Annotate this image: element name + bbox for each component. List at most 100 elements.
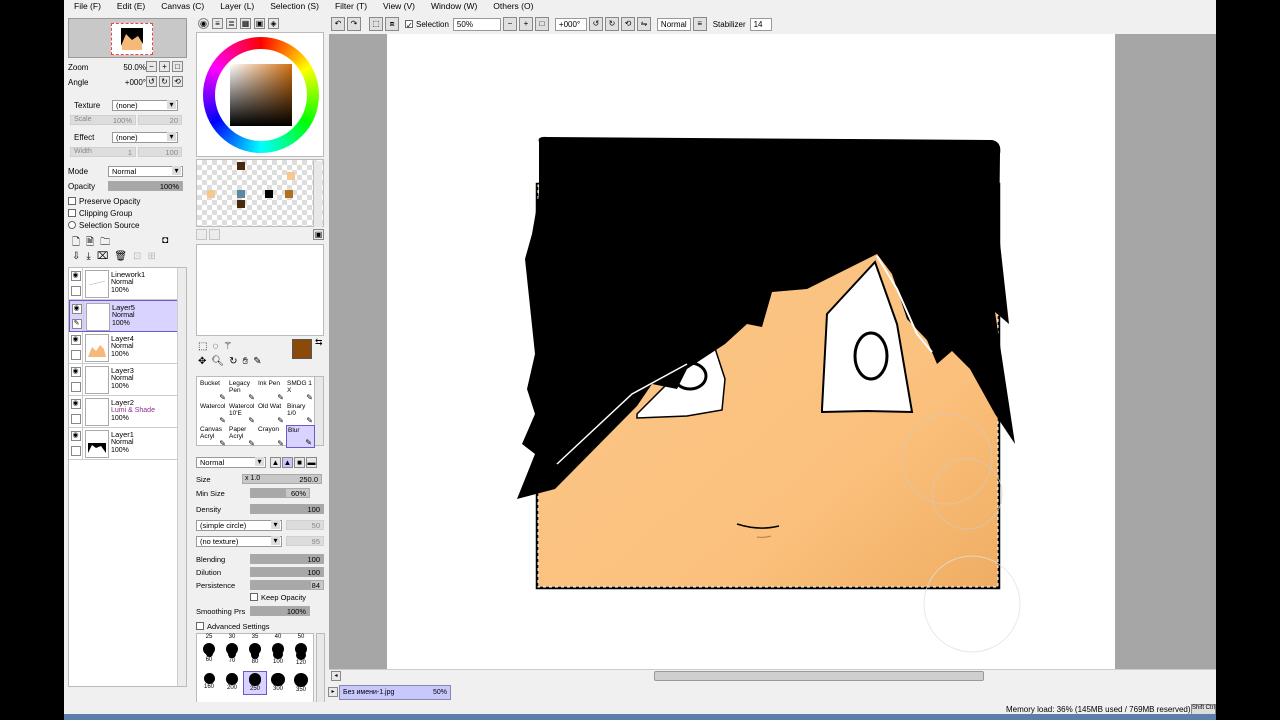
color-swatch[interactable]	[237, 190, 245, 198]
density-slider[interactable]: 100	[250, 504, 324, 514]
color-swatch[interactable]	[207, 190, 215, 198]
hand-icon[interactable]: ✋︎	[242, 356, 248, 367]
brush-tool[interactable]: Bucket ✎	[199, 379, 228, 402]
merge-down-icon[interactable]: ⤓	[86, 251, 90, 262]
brush-tool[interactable]: Blur ✎	[286, 425, 315, 448]
eye-icon[interactable]: ◉	[70, 366, 81, 377]
texture-select[interactable]: (none)	[112, 99, 178, 111]
color-swatch[interactable]	[287, 172, 295, 180]
zoom-reset-button[interactable]: □	[172, 61, 183, 72]
brush-tip-hard-icon[interactable]: ■	[294, 456, 305, 468]
view-mode-dropdown-icon[interactable]: ≡	[692, 17, 707, 31]
scratchpad-button-2[interactable]	[209, 229, 220, 240]
move-icon[interactable]: ✥	[198, 356, 206, 367]
lock-toggle-icon[interactable]	[70, 350, 81, 361]
transfer-down-icon[interactable]: ⇩	[72, 251, 80, 262]
delete-layer-icon[interactable]: 🗑	[114, 251, 127, 262]
brush-tool[interactable]: Watercol 10'E ✎	[228, 402, 257, 425]
lock-toggle-icon[interactable]	[70, 446, 81, 457]
color-wheel-tab-icon[interactable]: ◉	[198, 18, 209, 29]
blend-mode-select[interactable]: Normal	[108, 165, 183, 177]
eyedropper-icon[interactable]: ✎	[253, 356, 261, 367]
view-mode-select[interactable]: Normal	[656, 17, 691, 31]
rotate-ccw-icon[interactable]: ↺	[588, 17, 603, 31]
canvas-scroll-thumb[interactable]	[654, 671, 984, 681]
scratchpad[interactable]	[196, 244, 324, 336]
link-icon[interactable]: ⊞	[147, 251, 155, 262]
layer-list-scrollbar[interactable]	[177, 268, 186, 686]
brush-tip-flat-icon[interactable]: ▬	[306, 456, 317, 468]
lock-toggle-icon[interactable]	[70, 382, 81, 393]
selection-source-row[interactable]: Selection Source	[68, 219, 139, 231]
menu-item-0[interactable]: File (F)	[64, 0, 107, 14]
size-preset[interactable]: 250	[243, 671, 267, 695]
rgb-slider-tab-icon[interactable]: ≡	[212, 18, 223, 29]
rotate-left-button[interactable]: ↺	[146, 76, 157, 87]
selection-source-checkbox[interactable]	[68, 221, 76, 229]
brush-tool[interactable]: Crayon ✎	[257, 425, 286, 448]
clipping-group-checkbox[interactable]	[68, 209, 76, 217]
menu-item-8[interactable]: Others (O)	[483, 0, 539, 14]
menu-item-7[interactable]: Window (W)	[421, 0, 483, 14]
menu-item-6[interactable]: View (V)	[373, 0, 421, 14]
layer-row[interactable]: ◉ Layer3 Normal 100%	[69, 364, 186, 396]
pen-icon[interactable]: ✎	[71, 318, 82, 329]
smoothing-slider[interactable]: 100%	[250, 606, 310, 616]
persistence-slider[interactable]: 84	[250, 580, 324, 590]
brush-tip-medium-icon[interactable]: ▲	[282, 456, 293, 468]
deselect-icon[interactable]: ⬚	[369, 17, 383, 31]
scroll-left-button[interactable]: ◂	[331, 671, 341, 681]
eye-icon[interactable]: ◉	[70, 334, 81, 345]
brush-palette-scrollbar[interactable]	[314, 377, 323, 445]
swatch-grid[interactable]	[196, 159, 324, 227]
saturation-value-square[interactable]	[230, 64, 292, 126]
layer-mask-icon[interactable]: ◘	[162, 235, 168, 252]
zoom-icon[interactable]: 🔍︎	[211, 356, 224, 367]
zoom-fit-icon[interactable]: □	[534, 17, 549, 31]
zoom-in-icon[interactable]: +	[518, 17, 533, 31]
color-swatch[interactable]	[285, 190, 293, 198]
layer-row[interactable]: ◉ Layer2 Lumi & Shade 100%	[69, 396, 186, 428]
eye-icon[interactable]: ◉	[70, 430, 81, 441]
advanced-settings-checkbox[interactable]	[196, 622, 204, 630]
canvas-area[interactable]	[329, 34, 1216, 669]
color-swatch[interactable]	[237, 200, 245, 208]
new-linework-layer-icon[interactable]: 🗎	[86, 235, 94, 252]
opacity-slider[interactable]: 100%	[108, 181, 183, 191]
brush-tool[interactable]: Paper Acryl ✎	[228, 425, 257, 448]
brush-tool[interactable]: Watercol ✎	[199, 402, 228, 425]
lock-icon[interactable]: ⊡	[133, 251, 141, 262]
rotate-reset-button[interactable]: ⟲	[172, 76, 183, 87]
brush-shape-slider[interactable]: 50	[286, 520, 324, 530]
lock-toggle-icon[interactable]	[70, 414, 81, 425]
eye-icon[interactable]: ◉	[70, 270, 81, 281]
brush-tool[interactable]: Canvas Acryl ✎	[199, 425, 228, 448]
zoom-out-icon[interactable]: −	[502, 17, 517, 31]
selection-checkbox[interactable]: ✓	[405, 20, 413, 30]
layer-row[interactable]: ◉ Linework1 Normal 100%	[69, 268, 186, 300]
zoom-select[interactable]: 50%	[452, 17, 501, 31]
color-swatch[interactable]	[237, 162, 245, 170]
layer-row[interactable]: ◉ Layer1 Normal 100%	[69, 428, 186, 460]
effect-width-slider[interactable]: Width 1	[70, 147, 136, 157]
size-preset[interactable]: 160	[198, 672, 220, 694]
rotate-right-button[interactable]: ↻	[159, 76, 170, 87]
color-swatch[interactable]	[265, 190, 273, 198]
lock-toggle-icon[interactable]	[70, 286, 81, 297]
layer-row[interactable]: ◉ ✎ Layer5 Normal 100%	[69, 300, 186, 332]
document-tab[interactable]: Без имени-1.jpg 50%	[339, 685, 451, 700]
brush-tool[interactable]: Legacy Pen ✎	[228, 379, 257, 402]
clipping-group-row[interactable]: Clipping Group	[68, 207, 132, 219]
new-folder-icon[interactable]: 🗀	[100, 235, 110, 252]
brush-texture-select[interactable]: (no texture)	[196, 535, 282, 547]
canvas-paper[interactable]	[387, 34, 1115, 669]
magic-wand-icon[interactable]: ⚚	[223, 341, 232, 352]
size-preset[interactable]: 300	[267, 672, 289, 694]
brush-tool[interactable]: Binary 1/0 ✎	[286, 402, 315, 425]
brush-blend-mode-select[interactable]: Normal	[196, 456, 266, 468]
stabilizer-select[interactable]: 14	[749, 17, 772, 31]
hsv-slider-tab-icon[interactable]: ≣	[226, 18, 237, 29]
menu-item-1[interactable]: Edit (E)	[107, 0, 151, 14]
preserve-opacity-checkbox[interactable]	[68, 197, 76, 205]
new-layer-icon[interactable]: 🗋	[72, 235, 80, 252]
